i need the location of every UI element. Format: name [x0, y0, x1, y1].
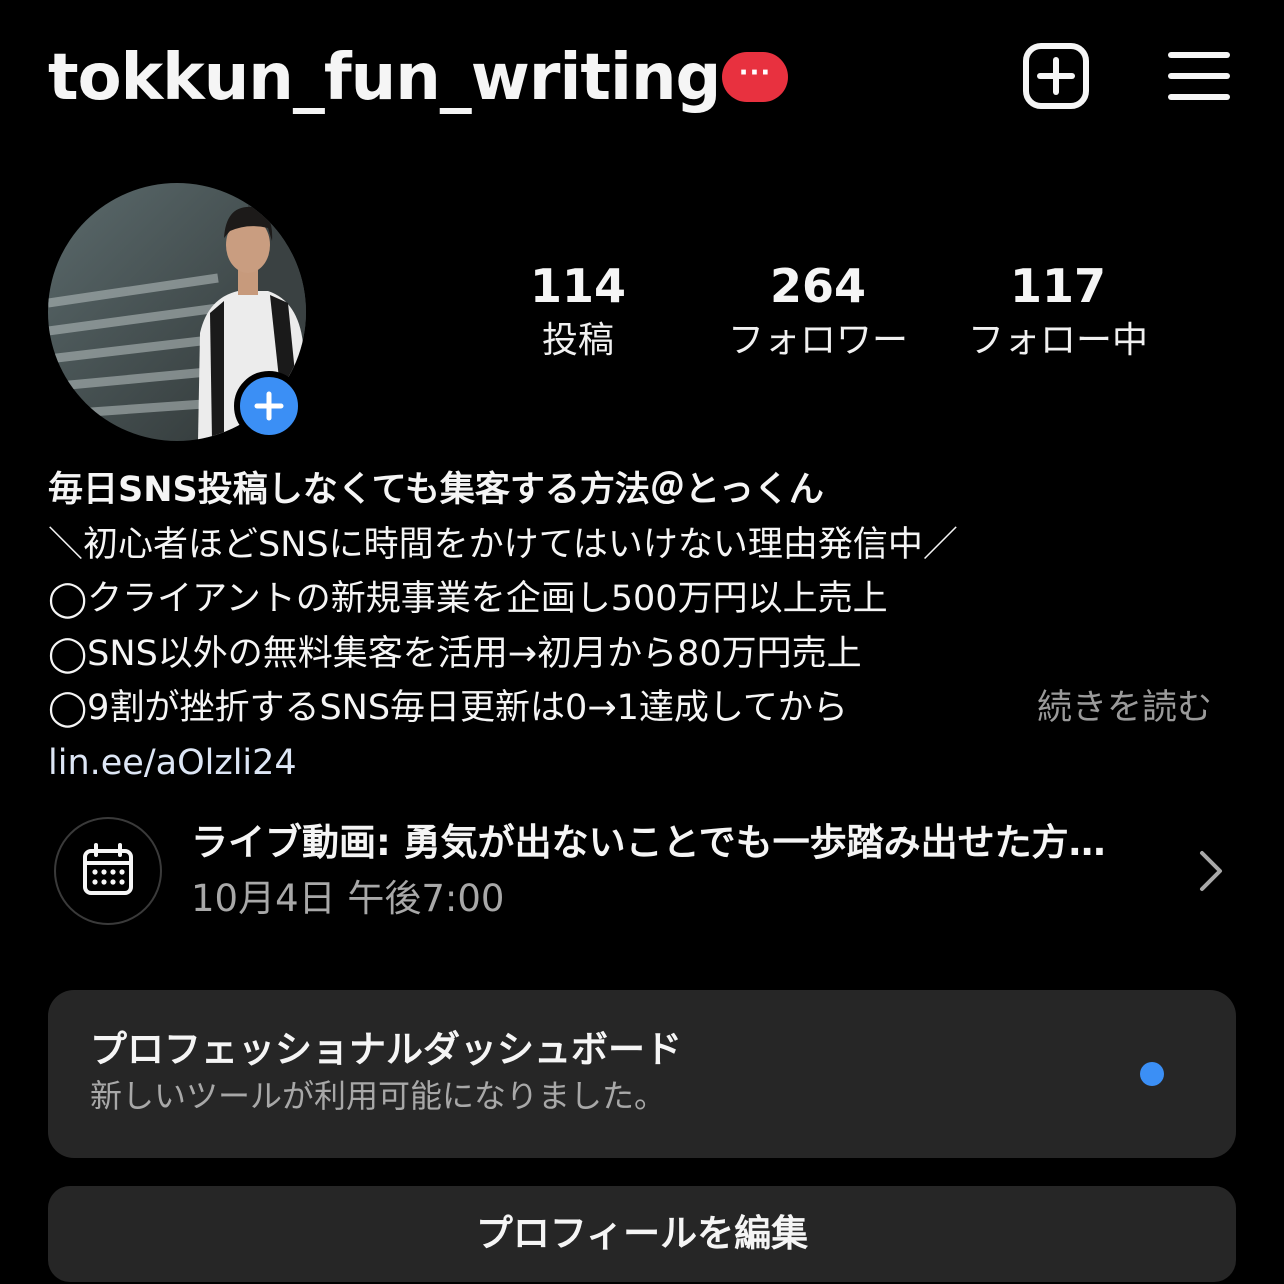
bio-link[interactable]: lin.ee/aOlzli24 [48, 736, 1238, 791]
bio-line-last: ◯9割が挫折するSNS毎日更新は0→1達成してから 続きを読む [48, 681, 1238, 736]
followers-label: フォロワー [727, 320, 908, 361]
followers-count: 264 [769, 259, 867, 313]
posts-label: 投稿 [541, 320, 614, 361]
calendar-icon [83, 843, 133, 895]
bio-line: ◯SNS以外の無料集客を活用→初月から80万円売上 [48, 633, 862, 674]
menu-button[interactable] [1166, 42, 1232, 110]
posts-stat[interactable]: 114 投稿 [468, 258, 688, 366]
followers-stat[interactable]: 264 フォロワー [708, 258, 928, 366]
edit-profile-button[interactable]: プロフィールを編集 [48, 1186, 1236, 1282]
hamburger-menu-icon [1168, 52, 1230, 100]
notification-badge[interactable]: ··· [722, 52, 788, 102]
new-post-button[interactable] [1022, 42, 1090, 110]
upcoming-event[interactable]: ライブ動画: 勇気が出ないことでも一歩踏み出せた方… 10月4日 午後7:00 [54, 817, 1244, 927]
bio-line: ◯クライアントの新規事業を企画し500万円以上売上 [48, 579, 888, 619]
plus-icon [254, 391, 284, 421]
professional-dashboard-card[interactable]: プロフェッショナルダッシュボード 新しいツールが利用可能になりました。 [48, 990, 1236, 1158]
chevron-right-icon [1200, 851, 1222, 891]
following-count: 117 [1009, 259, 1107, 313]
bio-name: 毎日SNS投稿しなくても集客する方法＠とっくん [48, 470, 824, 510]
posts-count: 114 [529, 259, 627, 313]
dashboard-title: プロフェッショナルダッシュボード [90, 1028, 682, 1071]
event-time: 10月4日 午後7:00 [191, 877, 505, 920]
dashboard-subtitle: 新しいツールが利用可能になりました。 [90, 1077, 667, 1115]
following-stat[interactable]: 117 フォロー中 [948, 258, 1168, 366]
bio: 毎日SNS投稿しなくても集客する方法＠とっくん ＼初心者ほどSNSに時間をかけて… [48, 463, 1238, 790]
profile-header: tokkun_fun_writing ··· [0, 0, 1284, 150]
new-indicator-dot [1140, 1062, 1164, 1086]
event-icon-circle [54, 817, 162, 925]
avatar[interactable] [48, 183, 306, 441]
event-title: ライブ動画: 勇気が出ないことでも一歩踏み出せた方… [191, 821, 1106, 864]
following-label: フォロー中 [967, 320, 1148, 361]
add-story-button[interactable] [234, 371, 304, 441]
username-title[interactable]: tokkun_fun_writing [48, 38, 721, 118]
read-more-link[interactable]: 続きを読む [1037, 681, 1212, 736]
bio-line: ＼初心者ほどSNSに時間をかけてはいけない理由発信中／ [48, 524, 958, 565]
plus-square-icon [1023, 43, 1089, 109]
bio-line: ◯9割が挫折するSNS毎日更新は0→1達成してから [48, 688, 848, 728]
